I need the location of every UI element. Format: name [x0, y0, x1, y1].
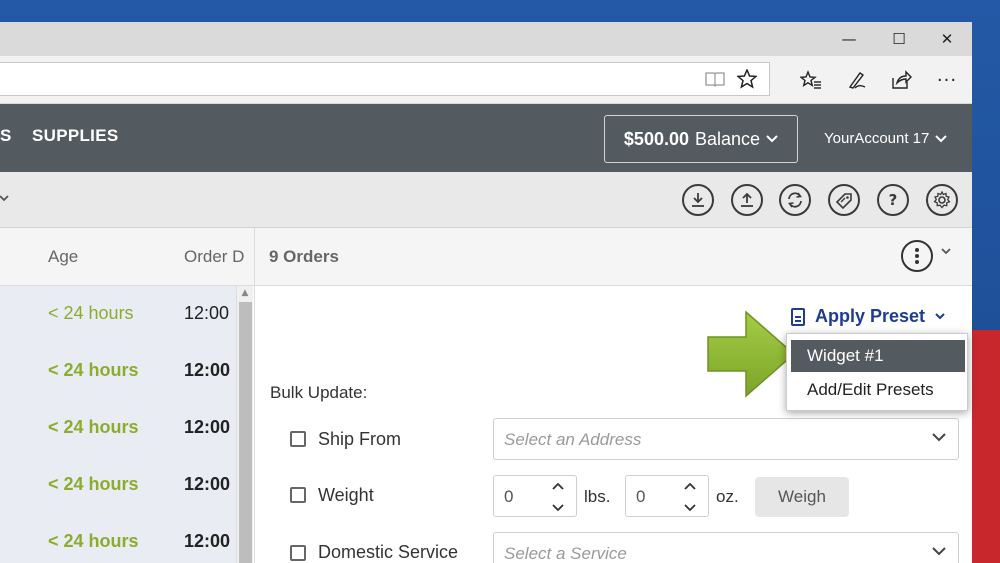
settings-gear-icon[interactable]	[926, 184, 958, 216]
preset-menu-item-widget[interactable]: Widget #1	[791, 340, 965, 372]
ship-from-select[interactable]: Select an Address	[493, 418, 959, 460]
preset-menu-item-add-edit[interactable]: Add/Edit Presets	[791, 374, 965, 406]
chevron-down-icon	[932, 433, 946, 442]
apply-preset-label: Apply Preset	[815, 306, 926, 326]
order-date-cell: 12:00	[184, 417, 231, 437]
toolbar: ?	[0, 172, 972, 228]
balance-amount: $500.00	[623, 128, 689, 149]
table-row[interactable]: < 24 hours 12:00	[0, 457, 236, 514]
lbs-unit: lbs.	[584, 487, 611, 506]
chevron-down-icon	[766, 135, 778, 143]
ship-from-checkbox[interactable]	[290, 431, 306, 447]
chevron-down-icon	[935, 312, 945, 319]
weight-checkbox[interactable]	[290, 487, 306, 503]
weight-oz-stepper[interactable]: 0	[625, 475, 709, 517]
reading-view-icon[interactable]	[700, 64, 730, 94]
stepper-arrows-icon[interactable]	[684, 480, 696, 520]
preset-dropdown-menu: Widget #1 Add/Edit Presets	[786, 333, 968, 411]
service-placeholder: Select a Service	[504, 544, 627, 563]
chevron-down-icon[interactable]	[0, 195, 10, 203]
scroll-up-icon[interactable]: ▲	[237, 286, 253, 300]
weigh-button[interactable]: Weigh	[755, 477, 849, 517]
column-header-order-date[interactable]: Order D	[184, 247, 244, 267]
chevron-down-icon	[932, 547, 946, 556]
ship-from-label: Ship From	[318, 429, 402, 449]
address-field[interactable]	[0, 62, 770, 96]
nav-item-partial[interactable]: S	[0, 126, 11, 146]
address-bar-row: ···	[0, 56, 972, 104]
grid-header: Age Order D	[0, 228, 254, 286]
bulk-update-panel: Apply Preset Bulk Update: Ship From Sele…	[254, 286, 972, 563]
kebab-menu-icon[interactable]	[901, 240, 933, 272]
upload-icon[interactable]	[731, 184, 763, 216]
apply-preset-button[interactable]: Apply Preset	[791, 306, 945, 327]
weight-lbs-stepper[interactable]: 0	[493, 475, 577, 517]
domestic-service-checkbox[interactable]	[290, 545, 306, 561]
ship-from-placeholder: Select an Address	[504, 430, 642, 449]
maximize-icon[interactable]: ☐	[876, 22, 922, 56]
weight-lbs-value: 0	[504, 487, 514, 506]
nav-item-supplies[interactable]: SUPPLIES	[32, 126, 118, 146]
age-cell: < 24 hours	[48, 417, 139, 437]
order-date-cell: 12:00	[184, 531, 231, 551]
account-menu[interactable]: YourAccount 17	[824, 130, 948, 147]
age-cell: < 24 hours	[48, 531, 139, 551]
age-cell: < 24 hours	[48, 360, 139, 380]
order-date-cell: 12:00	[184, 474, 231, 494]
column-header-age[interactable]: Age	[48, 247, 78, 267]
panel-header: 9 Orders	[254, 228, 972, 286]
pen-notes-icon[interactable]	[842, 65, 872, 95]
age-cell: < 24 hours	[48, 303, 134, 323]
balance-button[interactable]: $500.00 Balance	[604, 115, 798, 163]
weight-oz-value: 0	[636, 487, 646, 506]
close-icon[interactable]: ✕	[924, 22, 970, 56]
bulk-update-label: Bulk Update:	[270, 383, 368, 402]
more-options-icon[interactable]: ···	[932, 65, 962, 95]
title-bar: — ☐ ✕	[0, 22, 972, 56]
callout-arrow-icon	[707, 310, 796, 398]
chevron-down-icon[interactable]	[941, 248, 951, 256]
browser-window: — ☐ ✕ ··· S SUPPLIES $500.00 Balance You…	[0, 22, 972, 563]
balance-label: Balance	[695, 128, 761, 149]
minimize-icon[interactable]: —	[826, 22, 872, 56]
account-name: YourAccount 17	[824, 130, 930, 147]
scroll-thumb[interactable]	[239, 302, 252, 563]
grid-scrollbar[interactable]: ▲	[236, 286, 253, 563]
oz-unit: oz.	[716, 487, 739, 506]
download-icon[interactable]	[682, 184, 714, 216]
table-row[interactable]: < 24 hours 12:00	[0, 343, 236, 400]
domestic-service-select[interactable]: Select a Service	[493, 532, 959, 563]
help-icon[interactable]: ?	[877, 184, 909, 216]
table-row[interactable]: < 24 hours 12:00	[0, 286, 236, 343]
postage-icon[interactable]	[828, 184, 860, 216]
chevron-down-icon	[935, 134, 948, 142]
favorite-star-icon[interactable]	[732, 64, 762, 94]
domestic-service-label: Domestic Service	[318, 542, 459, 562]
orders-count: 9 Orders	[269, 247, 339, 266]
favorites-list-icon[interactable]	[796, 65, 826, 95]
orders-grid: < 24 hours 12:00 < 24 hours 12:00 < 24 h…	[0, 286, 236, 563]
refresh-icon[interactable]	[779, 184, 811, 216]
age-cell: < 24 hours	[48, 474, 139, 494]
weight-label: Weight	[318, 485, 374, 505]
table-row[interactable]: < 24 hours 12:00	[0, 514, 236, 563]
order-date-cell: 12:00	[184, 360, 231, 380]
share-icon[interactable]	[886, 65, 916, 95]
app-header: S SUPPLIES $500.00 Balance YourAccount 1…	[0, 104, 972, 172]
stepper-arrows-icon[interactable]	[552, 480, 564, 520]
table-row[interactable]: < 24 hours 12:00	[0, 400, 236, 457]
order-date-cell: 12:00	[184, 303, 230, 323]
